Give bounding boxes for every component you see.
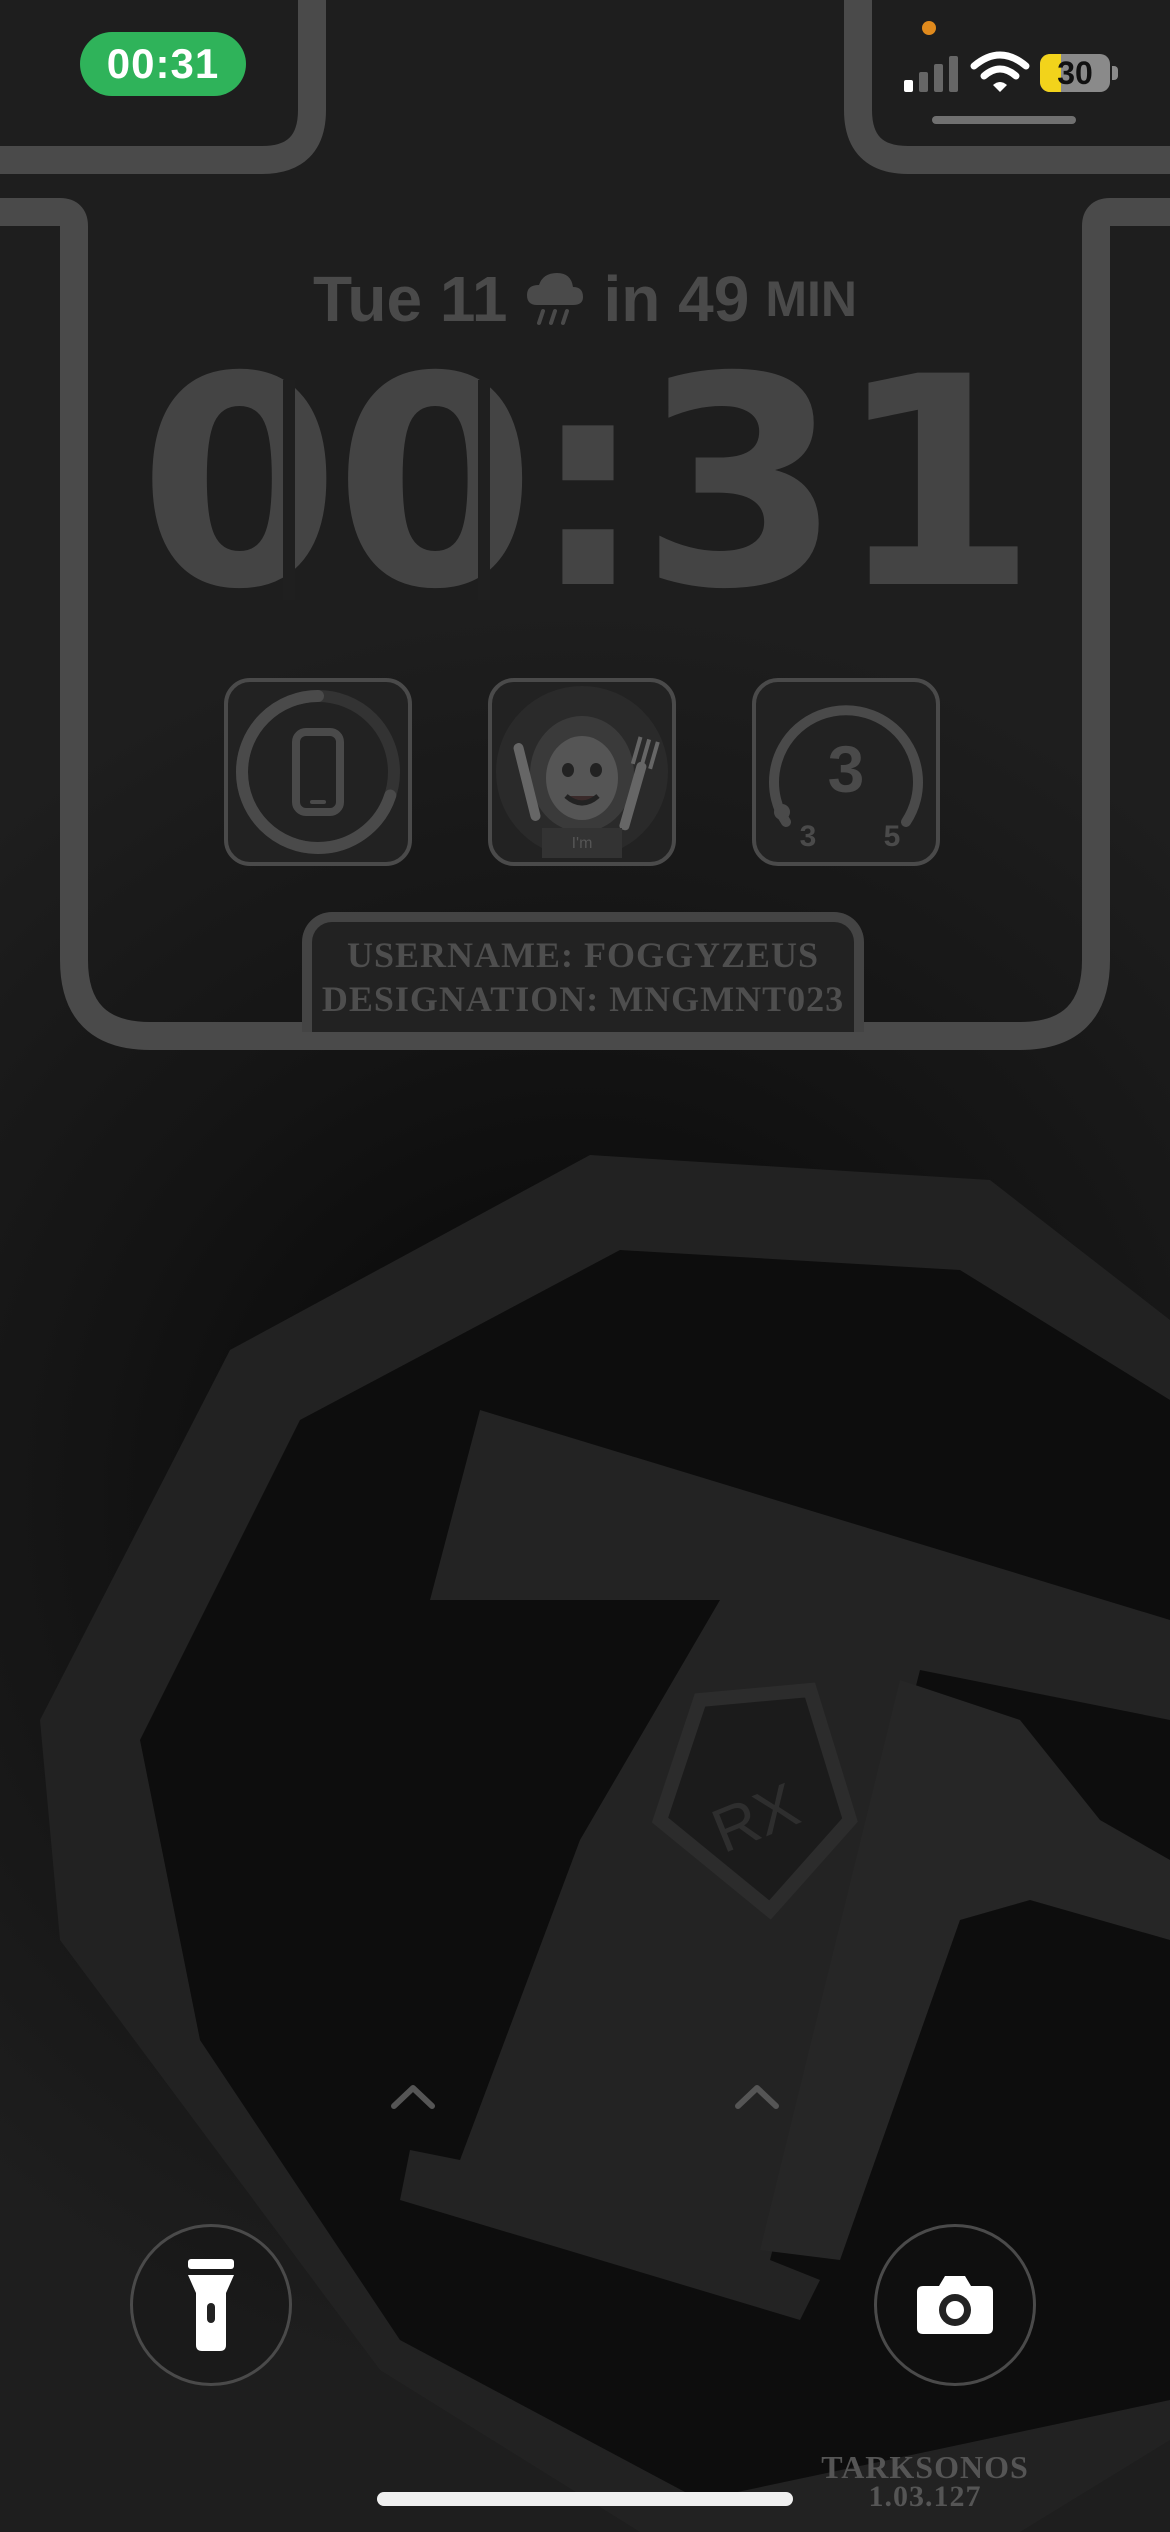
memoji-widget[interactable]: I'm: [488, 678, 676, 866]
battery-ring: [236, 690, 400, 854]
camera-icon: [917, 2276, 993, 2334]
cellular-signal-icon: [904, 52, 960, 92]
chevron-up-icon: [391, 2085, 435, 2109]
lock-screen-clock[interactable]: 00:31: [0, 340, 1170, 630]
stencil-cut: [478, 380, 490, 600]
watermark-line1: TARKSONOS: [821, 2449, 1029, 2485]
battery-cap: [1112, 66, 1118, 80]
device-battery-widget[interactable]: [224, 678, 412, 866]
username-plate: USERNAME: FOGGYZEUS DESIGNATION: MNGMNT0…: [302, 912, 864, 1032]
camera-button[interactable]: [874, 2224, 1036, 2386]
battery-percentage: 30: [1057, 54, 1093, 91]
gauge-indicator: [774, 804, 790, 820]
status-time-pill[interactable]: 00:31: [80, 32, 246, 96]
designation-line: DESIGNATION: MNGMNT023: [321, 979, 845, 1019]
gauge: 3 3 5: [769, 705, 923, 853]
flashlight-button[interactable]: [130, 2224, 292, 2386]
battery-icon: 30: [1040, 54, 1110, 92]
memoji-caption: I'm: [572, 835, 593, 852]
phone-icon: [292, 728, 344, 816]
gauge-value: 3: [828, 732, 865, 806]
gauge-min-label: 3: [800, 820, 817, 853]
wallpaper-watermark: TARKSONOS 1.03.127: [820, 2449, 1030, 2513]
memoji-avatar: I'm: [496, 686, 668, 858]
stencil-cut: [283, 380, 295, 600]
gauge-max-label: 5: [884, 820, 901, 853]
chevron-up-icon: [735, 2085, 779, 2109]
username-line: USERNAME: FOGGYZEUS: [346, 935, 820, 975]
gauge-widget[interactable]: 3 3 5: [752, 678, 940, 866]
wifi-icon: [970, 51, 1030, 92]
camera-in-use-dot: [922, 21, 936, 35]
home-indicator[interactable]: [377, 2492, 793, 2506]
flashlight-icon: [188, 2259, 234, 2351]
watermark-line2: 1.03.127: [868, 2480, 982, 2513]
control-center-grabber[interactable]: [932, 116, 1076, 124]
